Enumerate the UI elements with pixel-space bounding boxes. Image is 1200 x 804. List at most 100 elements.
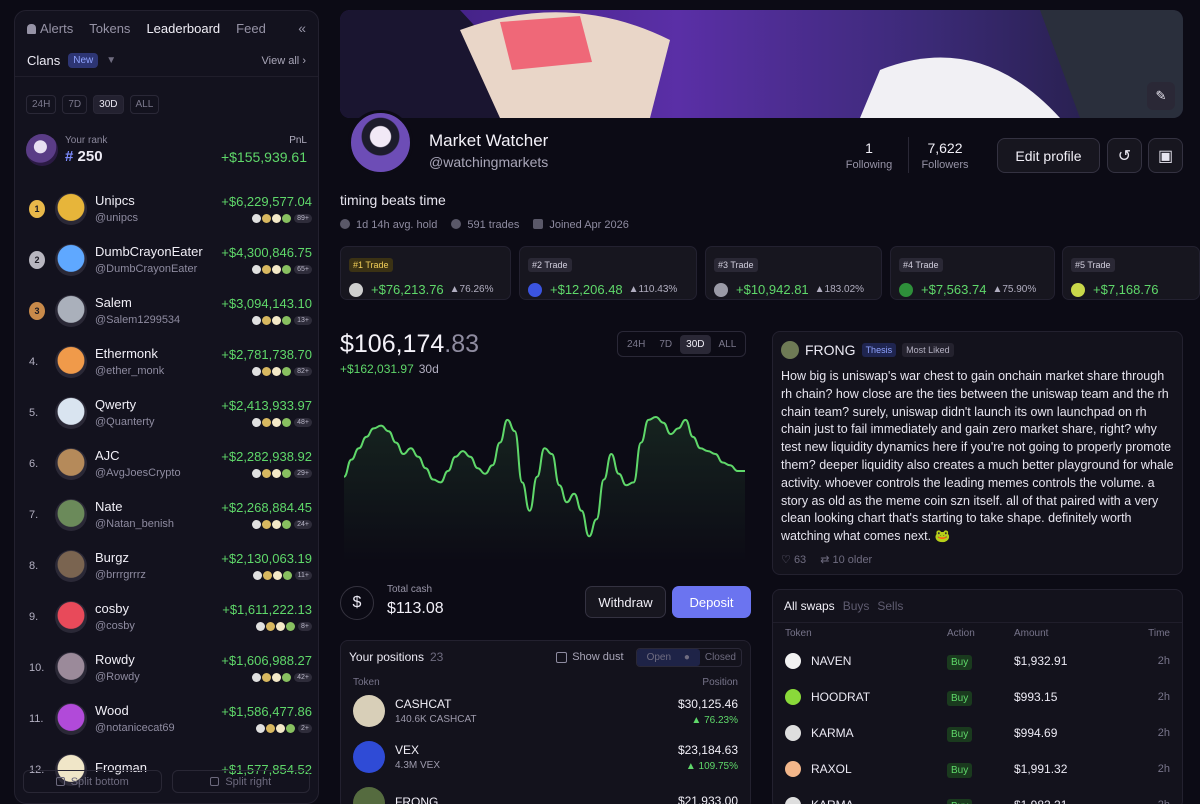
leader-name: Qwerty bbox=[95, 397, 137, 412]
followers-stat[interactable]: 7,622 Followers bbox=[918, 140, 972, 171]
leaderboard-row[interactable]: 6. AJC @AvgJoesCrypto +$2,282,938.92 29+ bbox=[15, 438, 318, 489]
swap-token-name: RAXOL bbox=[811, 762, 852, 776]
tab-sells[interactable]: Sells bbox=[877, 599, 903, 613]
clans-toggle[interactable]: Clans bbox=[27, 53, 60, 68]
top-trade-card[interactable]: #4 Trade +$7,563.74 ▲75.90% bbox=[890, 246, 1055, 300]
leader-stats: +$2,268,884.45 24+ bbox=[221, 500, 312, 529]
position-row[interactable]: FRONG $21,933.00 bbox=[341, 780, 750, 804]
deposit-button[interactable]: Deposit bbox=[672, 586, 751, 618]
split-right-button[interactable]: Split right bbox=[171, 770, 310, 793]
token-icon bbox=[282, 673, 292, 682]
rank-number: 4. bbox=[29, 355, 39, 368]
top-trade-card[interactable]: #1 Trade +$76,213.76 ▲76.26% bbox=[340, 246, 511, 300]
thesis-token[interactable]: FRONG bbox=[805, 342, 856, 358]
chart-period-24h[interactable]: 24H bbox=[621, 335, 651, 354]
calendar-icon bbox=[533, 219, 544, 229]
chevron-down-icon[interactable]: ▼ bbox=[106, 55, 116, 66]
swap-token-name: NAVEN bbox=[811, 654, 852, 668]
token-icon bbox=[262, 520, 272, 529]
position-row[interactable]: CASHCAT 140.6K CASHCAT $30,125.46 ▲ 76.23% bbox=[341, 688, 750, 734]
thesis-card[interactable]: FRONG Thesis Most Liked How big is unisw… bbox=[772, 331, 1183, 575]
chart-period-all[interactable]: ALL bbox=[713, 335, 743, 354]
swap-row[interactable]: NAVEN Buy $1,932.91 2h bbox=[773, 643, 1182, 679]
leaderboard-row[interactable]: 10. Rowdy @Rowdy +$1,606,988.27 42+ bbox=[15, 642, 318, 693]
view-all-link[interactable]: View all › bbox=[262, 55, 306, 67]
dot-icon: ● bbox=[683, 651, 690, 663]
thesis-footer: ♡ 63 ⇄ 10 older bbox=[781, 553, 1174, 566]
withdraw-button[interactable]: Withdraw bbox=[585, 586, 666, 618]
swap-row[interactable]: HOODRAT Buy $993.15 2h bbox=[773, 679, 1182, 715]
open-tab-label: Open bbox=[646, 651, 672, 663]
top-trade-card[interactable]: #2 Trade +$12,206.48 ▲110.43% bbox=[519, 246, 697, 300]
token-icon bbox=[252, 418, 262, 427]
open-tab[interactable]: Open ● bbox=[636, 648, 700, 666]
leaderboard-row[interactable]: 4. Ethermonk @ether_monk +$2,781,738.70 82+ bbox=[15, 336, 318, 387]
leader-identity: Unipcs @unipcs bbox=[95, 193, 221, 224]
position-row[interactable]: VEX 4.3M VEX $23,184.63 ▲ 109.75% bbox=[341, 734, 750, 780]
top-trade-card[interactable]: #3 Trade +$10,942.81 ▲183.02% bbox=[705, 246, 882, 300]
rank-number: 8. bbox=[29, 559, 39, 572]
leaderboard-row[interactable]: 2 DumbCrayonEater @DumbCrayonEater +$4,300,… bbox=[15, 234, 318, 285]
position-amount: 4.3M VEX bbox=[395, 760, 441, 771]
positions-header: Your positions 23 Show dust Open ● Close… bbox=[341, 641, 750, 673]
leaderboard-row[interactable]: 5. Qwerty @Quanterty +$2,413,933.97 48+ bbox=[15, 387, 318, 438]
leader-handle: @Natan_benish bbox=[95, 518, 175, 530]
swap-row[interactable]: KARMA Buy $994.69 2h bbox=[773, 715, 1182, 751]
chart-period-30d[interactable]: 30D bbox=[680, 334, 711, 354]
token-icon bbox=[785, 689, 801, 705]
edit-profile-button[interactable]: Edit profile bbox=[997, 138, 1100, 173]
older-link[interactable]: ⇄ 10 older bbox=[820, 553, 872, 566]
leaderboard-row[interactable]: 11. Wood @notanicecat69 +$1,586,477.86 2+ bbox=[15, 693, 318, 744]
your-rank-info: Your rank # 250 bbox=[65, 135, 107, 165]
leaderboard-row[interactable]: 8. Burgz @brrrgrrrz +$2,130,063.19 11+ bbox=[15, 540, 318, 591]
profile-avatar bbox=[348, 110, 413, 175]
token-icon bbox=[785, 725, 801, 741]
avatar bbox=[55, 192, 87, 225]
chart-period-7d[interactable]: 7D bbox=[653, 335, 678, 354]
col-swap-token: Token bbox=[785, 627, 812, 639]
leaderboard-row[interactable]: 1 Unipcs @unipcs +$6,229,577.04 89+ bbox=[15, 183, 318, 234]
leader-stats: +$2,282,938.92 29+ bbox=[221, 449, 312, 478]
trade-percent: ▲76.26% bbox=[449, 284, 494, 295]
banner-shape-visor bbox=[500, 16, 592, 70]
top-trade-card[interactable]: #5 Trade +$7,168.76 bbox=[1062, 246, 1200, 300]
reply-icon: ⇄ bbox=[820, 553, 830, 566]
following-stat[interactable]: 1 Following bbox=[842, 140, 896, 171]
leader-identity: DumbCrayonEater @DumbCrayonEater bbox=[95, 244, 221, 275]
trade-rank-badge: #2 Trade bbox=[528, 258, 572, 272]
tab-alerts[interactable]: Alerts bbox=[27, 21, 73, 36]
leader-handle: @AvgJoesCrypto bbox=[95, 467, 181, 479]
show-dust-checkbox[interactable]: Show dust bbox=[556, 651, 624, 663]
swap-row[interactable]: KARMA Buy $1,982.212h bbox=[773, 787, 1182, 804]
tab-tokens[interactable]: Tokens bbox=[89, 21, 130, 36]
trade-percent: ▲110.43% bbox=[628, 284, 678, 295]
leaderboard-row[interactable]: 9. cosby @cosby +$1,611,222.13 8+ bbox=[15, 591, 318, 642]
tab-all-swaps[interactable]: All swaps bbox=[784, 599, 835, 613]
period-all[interactable]: ALL bbox=[129, 95, 160, 114]
period-7d[interactable]: 7D bbox=[62, 95, 88, 114]
like-button[interactable]: ♡ 63 bbox=[781, 553, 806, 566]
tab-feed[interactable]: Feed bbox=[236, 21, 266, 36]
token-icon bbox=[272, 673, 282, 682]
trade-profit: +$76,213.76 bbox=[371, 282, 444, 297]
rank-number: 5. bbox=[29, 406, 39, 419]
tab-buys[interactable]: Buys bbox=[843, 599, 870, 613]
col-amount: Amount bbox=[1014, 627, 1049, 639]
leaderboard-row[interactable]: 7. Nate @Natan_benish +$2,268,884.45 24+ bbox=[15, 489, 318, 540]
leaderboard-row[interactable]: 3 Salem @Salem1299534 +$3,094,143.10 13+ bbox=[15, 285, 318, 336]
frog-token-icon bbox=[781, 341, 799, 359]
history-icon[interactable]: ↺ bbox=[1107, 138, 1142, 173]
collapse-sidebar-icon[interactable]: « bbox=[298, 20, 306, 36]
gift-icon[interactable]: ▣ bbox=[1148, 138, 1183, 173]
avatar bbox=[55, 702, 87, 735]
period-30d[interactable]: 30D bbox=[93, 95, 124, 114]
period-24h[interactable]: 24H bbox=[26, 95, 57, 114]
swap-row[interactable]: RAXOL Buy $1,991.32 2h bbox=[773, 751, 1182, 787]
tab-leaderboard[interactable]: Leaderboard bbox=[146, 21, 220, 36]
split-bottom-button[interactable]: Split bottom bbox=[23, 770, 162, 793]
trade-rank-badge: #1 Trade bbox=[349, 258, 393, 272]
closed-tab[interactable]: Closed bbox=[700, 649, 741, 666]
edit-banner-pencil-icon[interactable]: ✎ bbox=[1147, 82, 1175, 110]
leader-identity: cosby @cosby bbox=[95, 601, 222, 632]
token-icon bbox=[714, 282, 728, 297]
